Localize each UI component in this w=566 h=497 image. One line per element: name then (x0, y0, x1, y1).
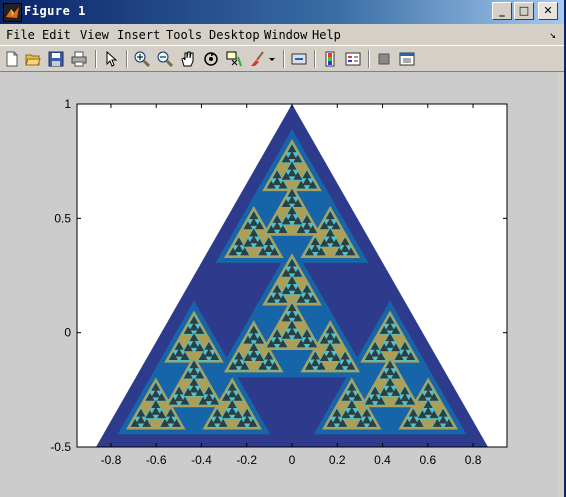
show-plot-tools-icon[interactable] (397, 49, 417, 69)
menu-insert[interactable]: Insert (117, 28, 160, 42)
x-tick-label: 0.2 (329, 453, 346, 467)
window-title: Figure 1 (24, 4, 86, 18)
toolbar-separator (126, 50, 128, 68)
brush-icon[interactable] (247, 49, 267, 69)
x-tick-label: 0 (289, 453, 296, 467)
close-button[interactable]: ✕ (538, 2, 558, 20)
x-tick-label: -0.2 (236, 453, 257, 467)
x-tick-label: -0.8 (101, 453, 122, 467)
menu-view[interactable]: View (80, 28, 109, 42)
rotate-3d-icon[interactable] (201, 49, 221, 69)
toolbar-separator (95, 50, 97, 68)
menu-file[interactable]: File (6, 28, 35, 42)
colorbar-icon[interactable] (320, 49, 340, 69)
x-tick-label: -0.6 (146, 453, 167, 467)
link-plot-icon[interactable] (289, 49, 309, 69)
menu-edit[interactable]: Edit (42, 28, 71, 42)
close-icon: ✕ (543, 4, 553, 17)
legend-icon[interactable] (343, 49, 363, 69)
menu-tools[interactable]: Tools (166, 28, 202, 42)
y-tick-label: 0.5 (54, 211, 71, 225)
minimize-button[interactable]: _ (492, 2, 512, 20)
figure-canvas[interactable]: -0.8 -0.6 -0.4 -0.2 0 0.2 0.4 0.6 0.8 -0.5 0 0.5 1 (0, 72, 557, 497)
toolbar-separator (314, 50, 316, 68)
toolbar-separator (283, 50, 285, 68)
toolbar-separator (368, 50, 370, 68)
x-tick-label: 0.8 (465, 453, 482, 467)
new-figure-icon[interactable] (2, 49, 22, 69)
menu-bar: File Edit View Insert Tools Desktop Wind… (0, 25, 564, 45)
axes[interactable]: -0.8 -0.6 -0.4 -0.2 0 0.2 0.4 0.6 0.8 -0.5 0 0.5 1 (0, 72, 557, 497)
window-edge (557, 72, 564, 497)
open-file-icon[interactable] (23, 49, 43, 69)
pan-hand-icon[interactable] (178, 49, 198, 69)
print-icon[interactable] (69, 49, 89, 69)
maximize-icon: □ (518, 4, 530, 17)
zoom-in-icon[interactable] (132, 49, 152, 69)
menu-desktop[interactable]: Desktop (209, 28, 260, 42)
matlab-logo-icon (3, 3, 22, 22)
data-cursor-icon[interactable] (224, 49, 244, 69)
menu-window[interactable]: Window (264, 28, 307, 42)
y-tick-label: 1 (64, 97, 71, 111)
maximize-button[interactable]: □ (514, 2, 534, 20)
x-tick-label: 0.6 (419, 453, 436, 467)
minimize-icon: _ (499, 4, 505, 17)
y-tick-label: -0.5 (50, 440, 71, 454)
edit-plot-arrow-icon[interactable] (101, 49, 121, 69)
brush-dropdown-icon[interactable] (266, 49, 278, 69)
dock-figure-icon[interactable]: ↘ (549, 28, 556, 41)
x-tick-label: -0.4 (191, 453, 212, 467)
x-tick-label: 0.4 (374, 453, 391, 467)
title-bar[interactable]: Figure 1 _ □ ✕ (0, 0, 564, 24)
menu-help[interactable]: Help (312, 28, 341, 42)
y-tick-label: 0 (64, 326, 71, 340)
zoom-out-icon[interactable] (155, 49, 175, 69)
save-icon[interactable] (46, 49, 66, 69)
hide-plot-tools-icon[interactable] (374, 49, 394, 69)
figure-toolbar (0, 45, 564, 72)
figure-window: Figure 1 _ □ ✕ File Edit View Insert Too… (0, 0, 566, 497)
